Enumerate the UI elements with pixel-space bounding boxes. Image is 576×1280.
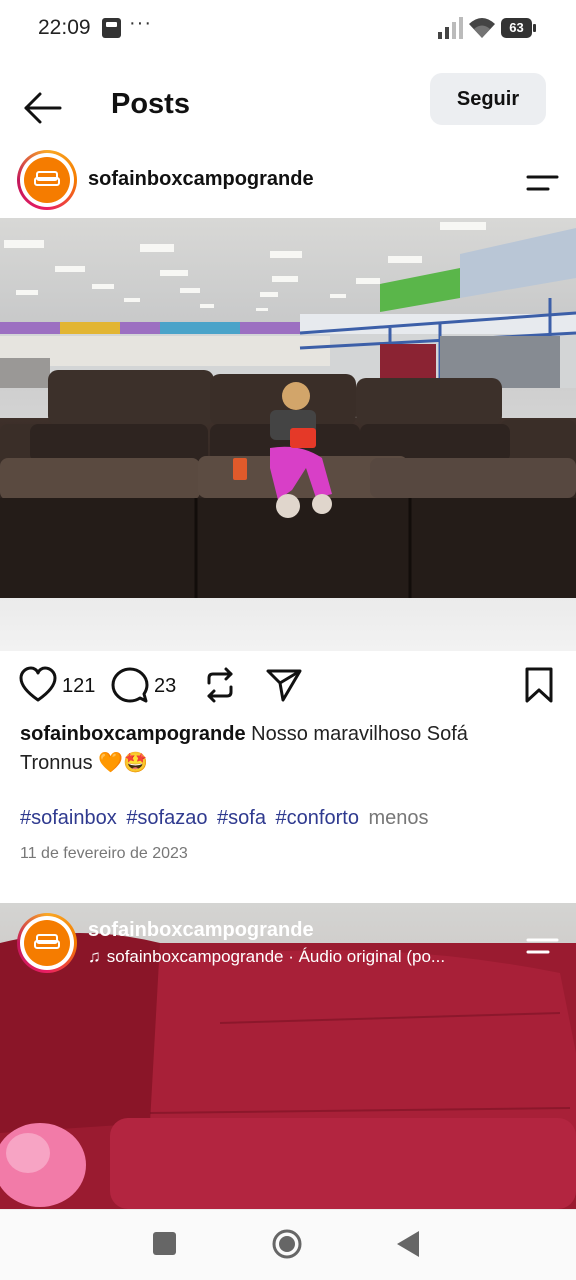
next-post-username[interactable]: sofainboxcampogrande [88,919,314,942]
post-caption: sofainboxcampogrande Nosso maravilhoso S… [20,720,540,778]
app-header: Posts Seguir [0,58,576,146]
post-photo[interactable] [0,218,576,651]
heart-icon[interactable] [19,666,57,704]
sim-card-icon [102,18,121,38]
comment-count[interactable]: 23 [154,675,176,698]
arrow-left-icon[interactable] [20,88,66,128]
audio-track[interactable]: ♫ sofainboxcampogrande · Áudio original (… [88,947,498,967]
home-circle-icon[interactable] [271,1228,303,1260]
comment-bubble-icon[interactable] [111,666,149,704]
hashtag-link[interactable]: #sofazao [126,807,207,829]
hashtags: #sofainbox #sofazao #sofa #conforto meno… [20,807,429,830]
system-nav-bar [0,1209,576,1280]
sofa-logo-icon [34,934,60,949]
music-note-icon: ♫ [88,947,101,966]
page-title: Posts [111,88,190,120]
post-header: sofainboxcampogrande [0,148,576,218]
menu-lines-icon[interactable] [524,170,560,196]
like-count[interactable]: 121 [62,675,95,698]
audio-label: sofainboxcampogrande · Áudio original (p… [106,947,446,966]
show-less-link[interactable]: menos [369,807,429,829]
hashtag-link[interactable]: #sofainbox [20,807,117,829]
more-notifications-icon: ··· [129,12,152,34]
repost-icon[interactable] [201,666,239,704]
wifi-icon [469,18,495,38]
post-date: 11 de fevereiro de 2023 [20,845,188,862]
sofa-logo-icon [34,171,60,186]
recent-apps-icon[interactable] [153,1232,176,1255]
hashtag-link[interactable]: #sofa [217,807,266,829]
next-post-avatar[interactable] [17,913,77,973]
follow-button[interactable]: Seguir [430,73,546,125]
caption-username[interactable]: sofainboxcampogrande [20,723,246,745]
bookmark-icon[interactable] [522,666,556,704]
status-bar: 22:09 ··· 63 [0,0,576,58]
battery-level: 63 [509,20,524,35]
avatar[interactable] [17,150,77,210]
post-username[interactable]: sofainboxcampogrande [88,168,314,191]
post-actions: 121 23 [0,660,576,714]
next-post: sofainboxcampogrande ♫ sofainboxcampogran… [0,903,576,1209]
signal-icon [438,17,463,39]
send-icon[interactable] [265,666,303,704]
back-triangle-icon[interactable] [397,1231,419,1257]
status-time: 22:09 [38,16,91,39]
menu-lines-icon[interactable] [524,933,560,959]
hashtag-link[interactable]: #conforto [276,807,359,829]
